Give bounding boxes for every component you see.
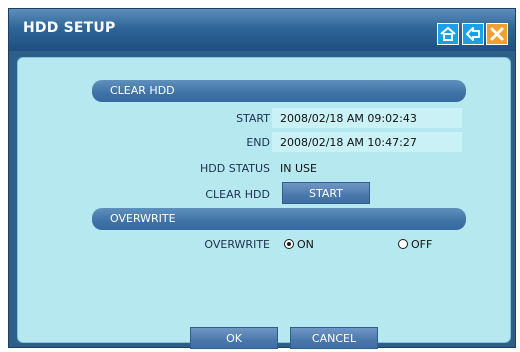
start-label: START [236,112,270,125]
overwrite-section-label: OVERWRITE [110,212,176,225]
overwrite-on-radio[interactable] [284,239,294,249]
title-bar: HDD SETUP [9,9,515,51]
settings-panel: CLEAR HDD START 2008/02/18 AM 09:02:43 E… [17,57,511,349]
hdd-setup-window: HDD SETUP CLEAR HDD START 2008/02/18 AM … [8,8,516,349]
clear-hdd-section-label: CLEAR HDD [110,84,175,97]
clear-hdd-label: CLEAR HDD [205,188,270,201]
clear-hdd-start-button[interactable]: START [282,182,370,204]
hdd-status-label: HDD STATUS [200,162,270,175]
end-label: END [246,136,270,149]
overwrite-section-header: OVERWRITE [92,208,466,230]
overwrite-off-label: OFF [411,238,433,251]
home-icon[interactable] [437,23,459,45]
end-value: 2008/02/18 AM 10:47:27 [280,136,417,149]
clear-hdd-section-header: CLEAR HDD [92,80,466,102]
close-icon[interactable] [486,23,508,45]
hdd-status-value: IN USE [280,162,317,175]
window-title: HDD SETUP [23,20,116,36]
start-value: 2008/02/18 AM 09:02:43 [280,112,417,125]
overwrite-on-label: ON [297,238,314,251]
back-arrow-icon[interactable] [462,23,484,45]
overwrite-off-radio[interactable] [398,239,408,249]
overwrite-label: OVERWRITE [204,238,270,251]
cancel-button[interactable]: CANCEL [290,327,378,349]
ok-button[interactable]: OK [190,327,278,349]
